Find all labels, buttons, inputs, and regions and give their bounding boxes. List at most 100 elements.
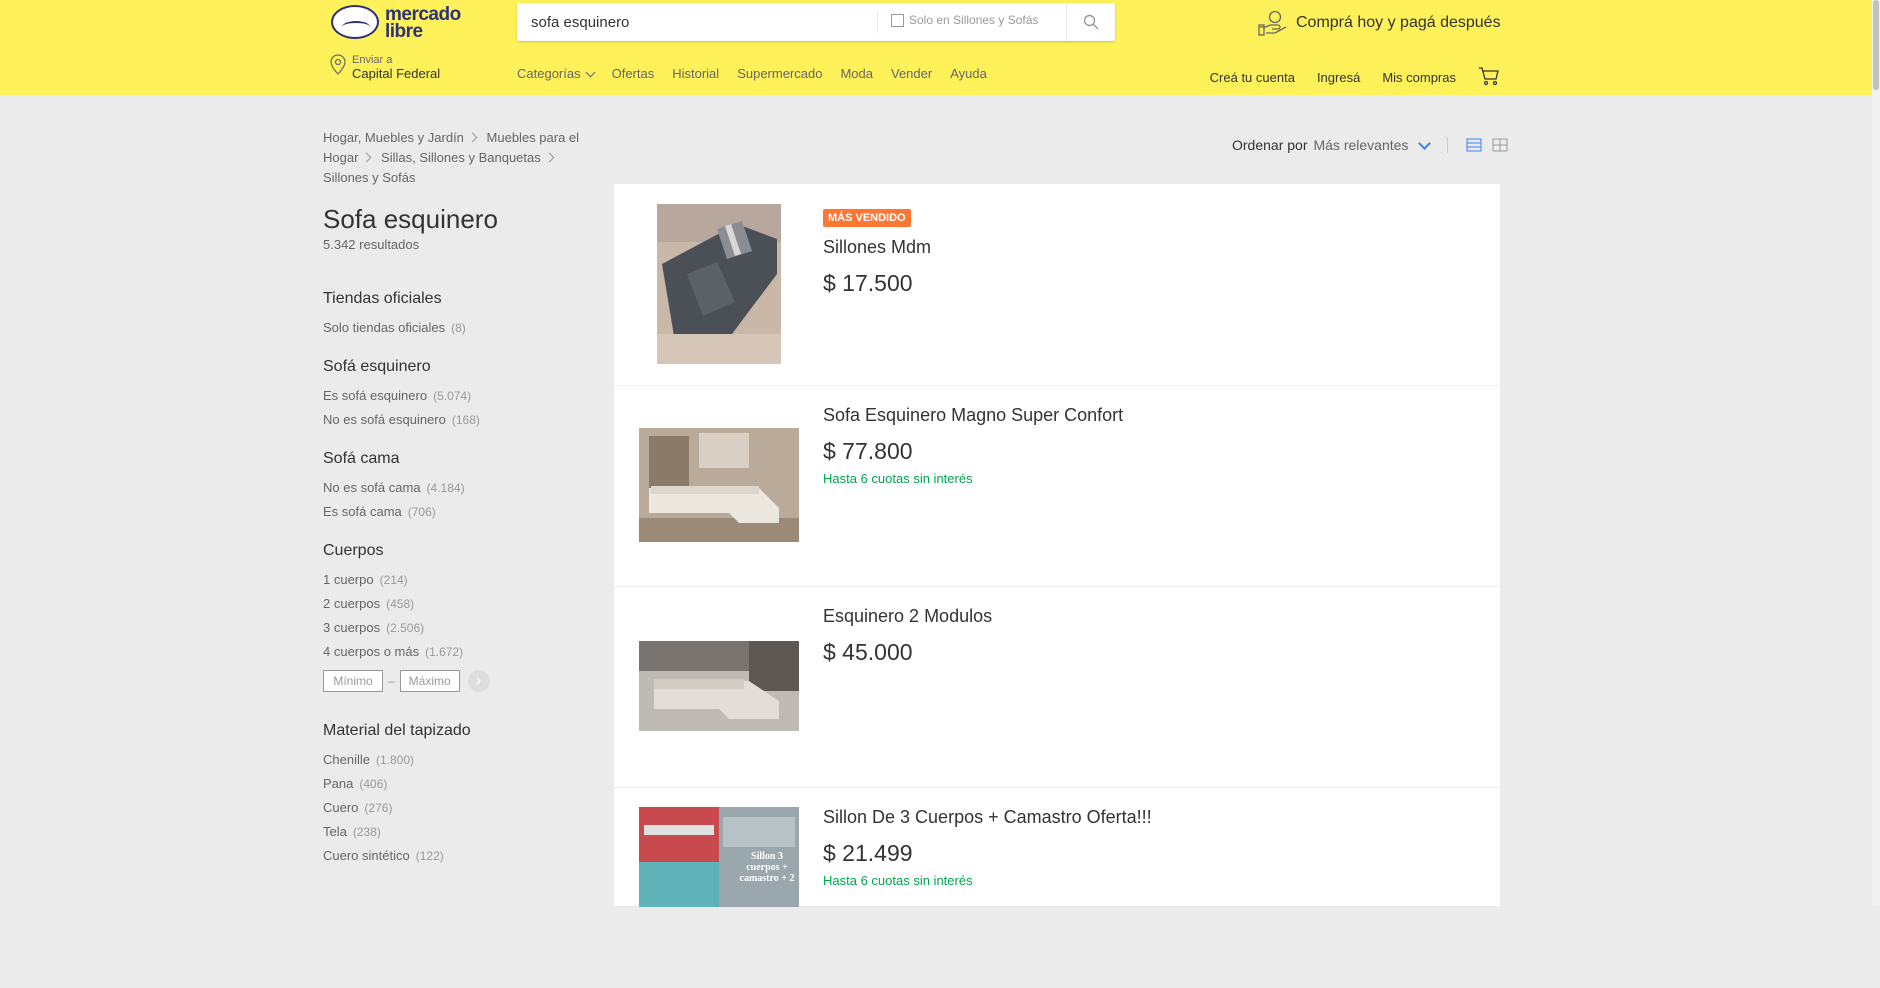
chevron-down-icon[interactable] xyxy=(1418,136,1432,150)
filter-option[interactable]: 1 cuerpo (214) xyxy=(323,568,583,592)
search-input[interactable] xyxy=(517,3,905,41)
page-title: Sofa esquinero xyxy=(323,204,498,234)
breadcrumb-item[interactable]: Sillas, Sillones y Banquetas xyxy=(381,150,541,165)
nav-vender[interactable]: Vender xyxy=(891,66,932,81)
promo-text: Comprá hoy y pagá después xyxy=(1296,14,1501,31)
range-dash: – xyxy=(388,674,395,688)
login-link[interactable]: Ingresá xyxy=(1317,70,1360,85)
list-view-button[interactable] xyxy=(1466,138,1482,152)
chevron-right-icon xyxy=(544,152,555,163)
filter-group-title: Cuerpos xyxy=(323,542,384,559)
min-input[interactable]: Mínimo xyxy=(323,670,383,692)
range-apply-button[interactable] xyxy=(467,670,490,692)
best-seller-badge: MÁS VENDIDO xyxy=(823,209,911,227)
search-bar: Solo en Sillones y Sofás xyxy=(517,3,1115,41)
product-title[interactable]: Esquinero 2 Modulos xyxy=(823,606,992,627)
chevron-right-icon xyxy=(361,152,372,163)
filter-option[interactable]: Tela (238) xyxy=(323,820,583,844)
product-title[interactable]: Sofa Esquinero Magno Super Confort xyxy=(823,405,1123,426)
filter-group: Cuerpos 1 cuerpo (214) 2 cuerpos (458) 3 c… xyxy=(323,542,583,664)
chevron-right-icon xyxy=(476,677,481,685)
breadcrumb-item[interactable]: Hogar, Muebles y Jardín xyxy=(323,130,464,145)
main-nav: Categorías Ofertas Historial Supermercad… xyxy=(517,66,1005,81)
product-title[interactable]: Sillon De 3 Cuerpos + Camastro Oferta!!! xyxy=(823,807,1152,828)
scrollbar-thumb[interactable] xyxy=(1873,0,1879,90)
location-pin-icon xyxy=(330,54,346,75)
breadcrumb-item[interactable]: Sillones y Sofás xyxy=(323,170,416,185)
filter-group-title: Material del tapizado xyxy=(323,722,471,739)
product-price: $ 17.500 xyxy=(823,270,913,296)
product-image[interactable] xyxy=(639,428,799,542)
filter-option[interactable]: No es sofá cama (4.184) xyxy=(323,476,583,500)
shipping-location[interactable]: Enviar a Capital Federal xyxy=(330,54,440,82)
create-account-link[interactable]: Creá tu cuenta xyxy=(1210,70,1295,85)
sort-bar: Ordenar por Más relevantes xyxy=(1232,136,1518,153)
max-input[interactable]: Máximo xyxy=(399,670,460,692)
installments-text: Hasta 6 cuotas sin interés xyxy=(823,873,973,888)
filter-option[interactable]: 2 cuerpos (458) xyxy=(323,592,583,616)
filter-group: Tiendas oficiales Solo tiendas oficiales… xyxy=(323,290,583,340)
nav-ayuda[interactable]: Ayuda xyxy=(950,66,987,81)
nav-ofertas[interactable]: Ofertas xyxy=(612,66,655,81)
filter-option[interactable]: Es sofá esquinero (5.074) xyxy=(323,384,583,408)
filter-option[interactable]: Chenille (1.800) xyxy=(323,748,583,772)
filter-option[interactable]: Es sofá cama (706) xyxy=(323,500,583,524)
product-price: $ 45.000 xyxy=(823,639,913,665)
divider xyxy=(1447,137,1449,153)
installments-text: Hasta 6 cuotas sin interés xyxy=(823,471,973,486)
account-nav: Creá tu cuenta Ingresá Mis compras xyxy=(1188,66,1500,89)
results-count: 5.342 resultados xyxy=(323,237,420,252)
category-filter-label: Solo en Sillones y Sofás xyxy=(909,13,1039,27)
mercadolibre-logo[interactable]: mercado libre xyxy=(331,3,481,43)
location-label: Enviar a xyxy=(352,54,393,66)
search-button[interactable] xyxy=(1066,3,1115,41)
filter-option[interactable]: Cuero (276) xyxy=(323,796,583,820)
logo-handshake-icon xyxy=(331,5,379,39)
filter-group: Sofá cama No es sofá cama (4.184) Es sofá… xyxy=(323,450,583,524)
filter-group-title: Tiendas oficiales xyxy=(323,290,442,307)
page-scrollbar[interactable] xyxy=(1872,0,1880,906)
search-divider xyxy=(877,11,878,33)
filter-group: Material del tapizado Chenille (1.800) Pa… xyxy=(323,722,583,868)
sort-label: Ordenar por xyxy=(1232,137,1308,153)
product-card[interactable]: Esquinero 2 Modulos $ 45.000 xyxy=(614,586,1500,788)
filter-group-title: Sofá esquinero xyxy=(323,358,431,375)
location-value: Capital Federal xyxy=(352,66,441,81)
product-image[interactable] xyxy=(639,204,799,364)
product-price: $ 21.499 xyxy=(823,840,913,866)
filter-option[interactable]: Pana (406) xyxy=(323,772,583,796)
promo-banner[interactable]: Comprá hoy y pagá después xyxy=(1258,10,1501,36)
cart-icon xyxy=(1479,67,1499,86)
sort-dropdown[interactable]: Más relevantes xyxy=(1313,137,1408,153)
filter-option[interactable]: Solo tiendas oficiales (8) xyxy=(323,316,583,340)
logo-text: mercado libre xyxy=(385,4,461,42)
nav-supermercado[interactable]: Supermercado xyxy=(737,66,822,81)
my-purchases-link[interactable]: Mis compras xyxy=(1382,70,1456,85)
nav-moda[interactable]: Moda xyxy=(840,66,873,81)
price-range: Mínimo – Máximo xyxy=(323,670,583,692)
grid-view-button[interactable] xyxy=(1492,138,1508,152)
product-image[interactable]: Sillon 3 cuerpos + camastro + 2 xyxy=(639,807,799,907)
cart-button[interactable] xyxy=(1478,66,1500,89)
product-image[interactable] xyxy=(639,641,799,731)
filter-option[interactable]: 3 cuerpos (2.506) xyxy=(323,616,583,640)
filter-option[interactable]: Cuero sintético (122) xyxy=(323,844,583,868)
filter-group: Sofá esquinero Es sofá esquinero (5.074) … xyxy=(323,358,583,432)
product-card[interactable]: MÁS VENDIDO Sillones Mdm $ 17.500 xyxy=(614,184,1500,386)
hand-coin-icon xyxy=(1258,10,1287,36)
results-list: MÁS VENDIDO Sillones Mdm $ 17.500 Sofa E… xyxy=(614,184,1500,907)
checkbox-icon[interactable] xyxy=(891,13,904,27)
filter-option[interactable]: No es sofá esquinero (168) xyxy=(323,408,583,432)
product-card[interactable]: Sillon 3 cuerpos + camastro + 2 Sillon D… xyxy=(614,787,1500,988)
chevron-down-icon xyxy=(585,67,596,77)
filter-option[interactable]: 4 cuerpos o más (1.672) xyxy=(323,640,583,664)
breadcrumb: Hogar, Muebles y Jardín Muebles para el … xyxy=(323,128,593,188)
nav-historial[interactable]: Historial xyxy=(672,66,719,81)
product-title[interactable]: Sillones Mdm xyxy=(823,237,931,258)
product-image-overlay-text: Sillon 3 cuerpos + camastro + 2 xyxy=(739,851,795,884)
category-filter-checkbox[interactable]: Solo en Sillones y Sofás xyxy=(891,13,1038,27)
chevron-right-icon xyxy=(467,132,478,143)
product-card[interactable]: Sofa Esquinero Magno Super Confort $ 77.… xyxy=(614,385,1500,587)
nav-categorias[interactable]: Categorías xyxy=(517,66,596,81)
list-view-icon xyxy=(1466,138,1482,152)
